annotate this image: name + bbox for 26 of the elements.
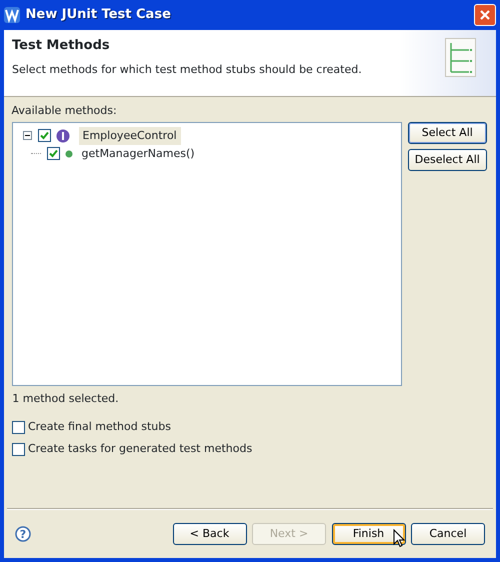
select-all-button[interactable]: Select All: [408, 122, 487, 144]
checkbox[interactable]: [12, 442, 26, 456]
dialog-button[interactable]: Cancel: [411, 523, 485, 545]
tree-item[interactable]: getManagerNames(): [82, 146, 195, 162]
section-label: Available methods:: [12, 102, 118, 118]
page-description: Select methods for which test method stubs should be created.: [12, 62, 363, 78]
mouse-cursor-icon: [392, 529, 404, 548]
page-title: Test Methods: [12, 38, 111, 54]
checkbox[interactable]: [38, 129, 51, 142]
checkbox[interactable]: [46, 147, 60, 160]
collapse-icon[interactable]: [23, 131, 32, 140]
help-icon[interactable]: ?: [15, 526, 31, 542]
window-title: New JUnit Test Case: [26, 6, 171, 24]
app-icon: [4, 7, 20, 23]
close-button[interactable]: [474, 4, 496, 26]
checkbox[interactable]: [12, 420, 26, 434]
close-icon: [479, 9, 491, 21]
tree-item[interactable]: EmployeeControl: [78, 126, 181, 145]
status-text: 1 method selected.: [12, 391, 120, 408]
dialog-button[interactable]: < Back: [172, 523, 246, 545]
deselect-all-button[interactable]: Deselect All: [408, 149, 487, 172]
method-icon: [65, 150, 74, 158]
checkbox-label: Create tasks for generated test methods: [28, 440, 252, 457]
method-list-icon: [445, 38, 477, 78]
checkbox-label: Create final method stubs: [28, 418, 171, 435]
interface-icon: [56, 128, 70, 143]
